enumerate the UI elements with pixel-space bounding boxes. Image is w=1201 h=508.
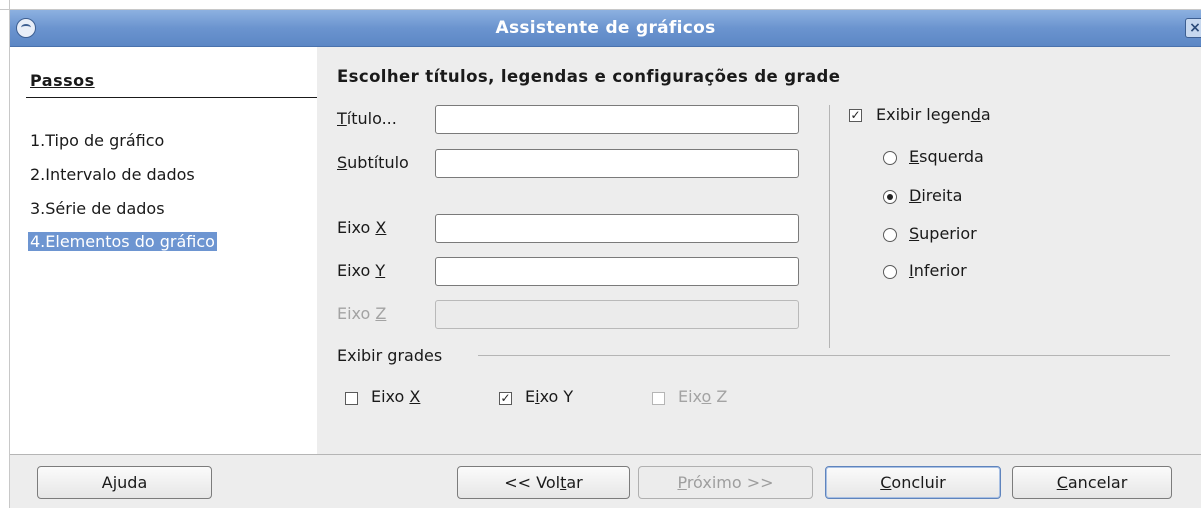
y-axis-title-input[interactable] xyxy=(435,257,799,286)
section-title: Escolher títulos, legendas e configuraçõ… xyxy=(337,67,841,86)
step-data-range[interactable]: 2.Intervalo de dados xyxy=(30,165,195,184)
legend-left-radio[interactable] xyxy=(883,151,897,165)
legend-right-radio[interactable] xyxy=(883,190,897,204)
grid-y-checkbox[interactable]: ✓ xyxy=(499,392,512,405)
step-chart-type[interactable]: 1.Tipo de gráfico xyxy=(30,131,164,150)
ruler-left xyxy=(9,0,10,508)
title-input[interactable] xyxy=(435,105,799,134)
grid-z-checkbox xyxy=(652,392,665,405)
subtitle-label: Subtítulo xyxy=(337,153,409,172)
close-icon[interactable]: × xyxy=(1185,18,1201,38)
legend-left-label: Esquerda xyxy=(909,147,984,166)
z-axis-label: Eixo Z xyxy=(337,304,387,323)
grid-y-label: Eixo Y xyxy=(525,387,574,406)
legend-top-label: Superior xyxy=(909,224,977,243)
step-label: Elementos do gráfico xyxy=(45,232,215,251)
legend-top-radio[interactable] xyxy=(883,228,897,242)
step-number: 3. xyxy=(30,199,46,218)
step-number: 1. xyxy=(30,131,46,150)
finish-button[interactable]: Concluir xyxy=(825,466,1001,499)
chart-wizard-dialog: Assistente de gráficos × Passos 1.Tipo d… xyxy=(10,10,1201,508)
next-button: Próximo >> xyxy=(638,466,813,499)
radio-selected-dot xyxy=(887,194,893,200)
legend-bottom-label: Inferior xyxy=(909,261,967,280)
show-grids-label: Exibir grades xyxy=(337,346,443,365)
y-axis-label: Eixo Y xyxy=(337,261,386,280)
button-bar-divider xyxy=(10,454,1201,455)
step-label: Tipo de gráfico xyxy=(45,131,165,150)
x-axis-label: Eixo X xyxy=(337,218,387,237)
subtitle-input[interactable] xyxy=(435,149,799,178)
step-number: 4. xyxy=(30,232,46,251)
show-legend-label: Exibir legenda xyxy=(876,105,991,124)
steps-panel: Passos 1.Tipo de gráfico 2.Intervalo de … xyxy=(10,47,317,454)
show-legend-checkbox[interactable]: ✓ xyxy=(849,109,862,122)
window-title: Assistente de gráficos xyxy=(495,18,716,38)
x-axis-title-input[interactable] xyxy=(435,214,799,243)
grid-x-checkbox[interactable] xyxy=(345,392,358,405)
grid-z-label: Eixo Z xyxy=(678,387,728,406)
legend-right-label: Direita xyxy=(909,186,963,205)
back-button[interactable]: << Voltar xyxy=(457,466,630,499)
legend-bottom-radio[interactable] xyxy=(883,265,897,279)
step-data-series[interactable]: 3.Série de dados xyxy=(30,199,165,218)
legend-separator xyxy=(829,105,830,348)
grids-divider xyxy=(478,355,1170,356)
title-bar: Assistente de gráficos × xyxy=(10,10,1201,47)
step-label: Intervalo de dados xyxy=(45,165,195,184)
title-label: Título... xyxy=(337,109,397,128)
help-button[interactable]: Ajuda xyxy=(37,466,212,499)
z-axis-title-input xyxy=(435,300,799,329)
steps-heading: Passos xyxy=(30,71,95,90)
cancel-button[interactable]: Cancelar xyxy=(1012,466,1172,499)
steps-divider xyxy=(26,97,317,98)
step-label: Série de dados xyxy=(45,199,165,218)
step-number: 2. xyxy=(30,165,46,184)
ruler-top xyxy=(0,9,1201,10)
grid-x-label: Eixo X xyxy=(371,387,421,406)
step-chart-elements[interactable]: 4.Elementos do gráfico xyxy=(28,232,217,251)
